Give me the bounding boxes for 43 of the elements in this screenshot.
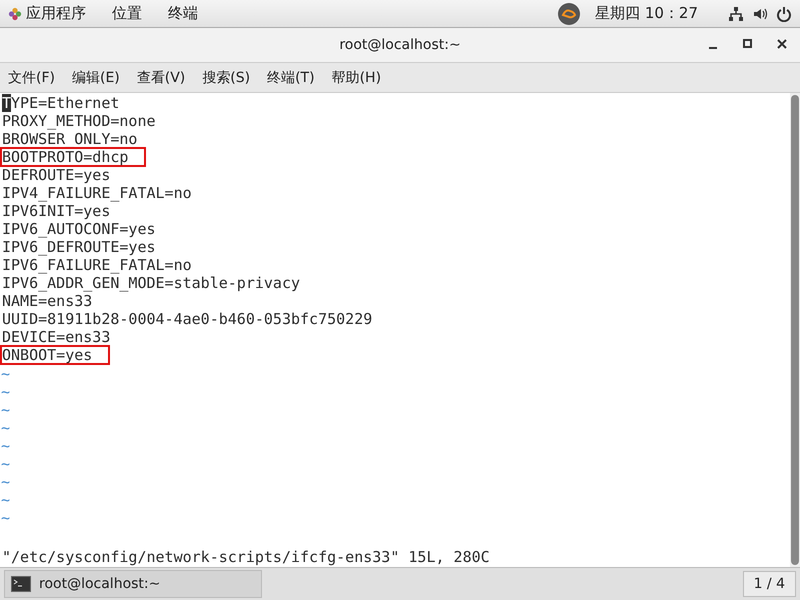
code-line: NAME=ens33 <box>1 292 94 311</box>
code-line: UUID=81911b28-0004-4ae0-b460-053bfc750229 <box>1 309 374 329</box>
empty-line-mark: ~ <box>0 365 10 383</box>
code-line: DEFROUTE=yes <box>1 166 112 185</box>
code-line: IPV6_ADDR_GEN_MODE=stable-privacy <box>1 274 302 293</box>
terminal-icon <box>11 576 31 592</box>
empty-line-mark: ~ <box>0 383 10 401</box>
code-line: IPV4_FAILURE_FATAL=no <box>1 184 193 203</box>
code-line: TYPE=Ethernet <box>1 93 120 113</box>
close-icon[interactable] <box>776 38 788 50</box>
code-line: DEVICE=ens33 <box>1 327 112 347</box>
status-icon[interactable] <box>557 2 582 26</box>
empty-line-mark: ~ <box>0 491 10 509</box>
menu-item[interactable]: 搜索(S) <box>202 68 250 86</box>
apps-icon[interactable] <box>8 6 22 20</box>
menu-item[interactable]: 文件(F) <box>8 68 55 86</box>
menu-item[interactable]: 编辑(E) <box>72 68 120 86</box>
status-line: "/etc/sysconfig/network-scripts/ifcfg-ens33" 15L, 280C <box>1 547 491 567</box>
window-title: root@localhost:~ <box>339 37 461 53</box>
network-icon[interactable] <box>728 6 744 22</box>
empty-line-mark: ~ <box>0 437 10 455</box>
code-line: IPV6_AUTOCONF=yes <box>1 220 157 239</box>
empty-line-mark: ~ <box>0 473 10 491</box>
empty-line-mark: ~ <box>0 455 10 473</box>
top-menu[interactable]: 终端 <box>168 4 198 23</box>
empty-line-mark: ~ <box>0 509 10 527</box>
code-line: IPV6_DEFROUTE=yes <box>1 238 157 257</box>
code-line: BROWSER_ONLY=no <box>1 130 138 149</box>
taskbar-item[interactable]: root@localhost:~ <box>4 570 262 598</box>
menu-item[interactable]: 终端(T) <box>267 68 315 86</box>
code-line: IPV6INIT=yes <box>1 202 112 221</box>
power-icon[interactable] <box>776 6 792 22</box>
top-menu[interactable]: 位置 <box>112 4 142 23</box>
menu-item[interactable]: 查看(V) <box>136 68 186 86</box>
empty-line-mark: ~ <box>0 419 10 437</box>
menu-item[interactable]: 帮助(H) <box>332 68 382 86</box>
workspace-indicator[interactable]: 1 / 4 <box>742 571 796 597</box>
code-line: PROXY_METHOD=none <box>1 111 157 131</box>
top-menu[interactable]: 应用程序 <box>26 4 86 23</box>
clock[interactable]: 星期四 10：27 <box>595 4 698 23</box>
code-line: IPV6_FAILURE_FATAL=no <box>1 256 193 275</box>
maximize-icon[interactable] <box>742 38 754 50</box>
empty-line-mark: ~ <box>0 401 10 419</box>
